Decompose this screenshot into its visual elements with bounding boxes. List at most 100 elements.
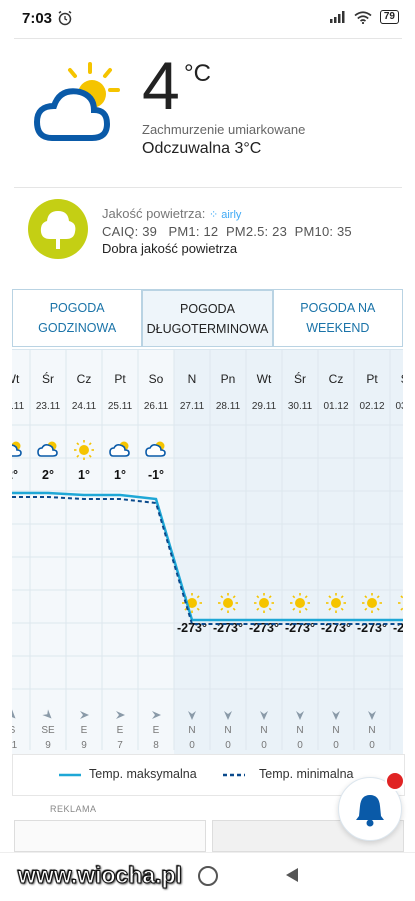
day-temperature: 1° <box>114 468 126 482</box>
day-date: 27.11 <box>180 401 205 412</box>
wind-speed: 11 <box>12 740 18 751</box>
air-quality-status: Dobra jakość powietrza <box>102 241 238 256</box>
day-date: 24.11 <box>72 401 97 412</box>
day-name: Śr <box>42 371 54 386</box>
air-quality-label: Jakość powietrza: <box>102 206 206 221</box>
day-name: Pn <box>221 372 236 386</box>
alarm-icon <box>58 10 72 26</box>
day-name: Cz <box>77 372 92 386</box>
tab-hourly[interactable]: POGODA GODZINOWA <box>12 289 143 347</box>
partly-cloudy-icon <box>145 441 166 457</box>
tab-long-term-line2: DŁUGOTERMINOWA <box>146 321 269 336</box>
wind-speed: 0 <box>297 740 303 751</box>
wind-direction: N <box>332 725 339 736</box>
forecast-tabs: POGODA GODZINOWA POGODA DŁUGOTERMINOWA POG… <box>12 289 403 347</box>
day-date: 29.11 <box>252 401 277 412</box>
wind-speed: 8 <box>153 740 159 751</box>
feels-like: Odczuwalna 3°C <box>142 140 262 157</box>
air-quality-title: Jakość powietrza: ⁘ airly <box>102 206 241 221</box>
condition-text: Zachmurzenie umiarkowane <box>142 122 306 137</box>
day-date: 22.11 <box>12 401 25 412</box>
day-name: Pt <box>114 372 126 386</box>
day-temperature: -1° <box>148 468 164 482</box>
tab-weekend-line2: WEEKEND <box>306 321 370 335</box>
home-button[interactable] <box>198 866 218 886</box>
day-name: Śr <box>294 371 306 386</box>
day-date: 23.11 <box>36 401 61 412</box>
day-temperature: 2° <box>12 468 18 482</box>
ad-label: REKLAMA <box>50 804 97 814</box>
watermark: www.wiocha.pl <box>18 862 183 889</box>
wind-direction: S <box>12 725 16 736</box>
legend-max: Temp. maksymalna <box>89 767 197 781</box>
wind-direction: E <box>117 725 124 736</box>
airly-label: airly <box>221 209 242 221</box>
partly-cloudy-icon <box>12 441 22 457</box>
wind-direction: N <box>260 725 267 736</box>
signal-icon <box>329 11 345 23</box>
wind-arrow-icon <box>42 709 52 719</box>
day-name: Pt <box>366 372 378 386</box>
status-bar: 7:03 79 <box>0 0 415 36</box>
sun-icon <box>74 440 94 460</box>
status-time: 7:03 <box>22 10 53 27</box>
wifi-icon <box>354 10 372 24</box>
day-date: 03.12 <box>395 401 403 412</box>
day-date: 01.12 <box>323 401 348 412</box>
back-button[interactable] <box>286 868 298 882</box>
tab-hourly-line2: GODZINOWA <box>38 321 117 335</box>
wind-direction: N <box>188 725 195 736</box>
wind-speed: 0 <box>261 740 267 751</box>
current-temperature: 4 <box>142 48 180 124</box>
day-name: N <box>188 372 197 386</box>
air-quality-values: CAIQ: 39 PM1: 12 PM2.5: 23 PM10: 35 <box>102 224 352 239</box>
day-date: 28.11 <box>216 401 241 412</box>
divider <box>14 38 402 39</box>
wind-speed: 0 <box>369 740 375 751</box>
wind-arrow-icon <box>152 711 161 719</box>
solid-line-swatch <box>59 773 81 777</box>
wind-direction: SE <box>41 725 55 736</box>
wind-speed: 9 <box>45 740 51 751</box>
notification-badge <box>385 771 405 791</box>
battery-indicator: 79 <box>379 10 399 24</box>
tab-hourly-line1: POGODA <box>49 301 105 315</box>
ad-banner-left[interactable] <box>14 820 206 852</box>
wind-speed: 9 <box>81 740 87 751</box>
wind-direction: N <box>296 725 303 736</box>
partly-cloudy-icon <box>109 441 130 457</box>
day-temperature: 1° <box>78 468 90 482</box>
wind-direction: E <box>153 725 160 736</box>
wind-speed: 0 <box>333 740 339 751</box>
partly-cloudy-icon <box>37 441 58 457</box>
wind-arrow-icon <box>116 711 125 719</box>
wind-direction: E <box>81 725 88 736</box>
day-date: 30.11 <box>288 401 313 412</box>
long-term-forecast[interactable]: Wt 22.11 2° S 11 Śr 23.11 2° SE 9 Cz 24.11 1° E 9 Pt 25.… <box>12 349 403 795</box>
airly-logo: ⁘ airly <box>208 209 242 221</box>
day-date: 25.11 <box>108 401 133 412</box>
tree-icon <box>40 211 76 249</box>
wind-speed: 0 <box>225 740 231 751</box>
day-name: Wt <box>257 372 272 386</box>
divider <box>14 187 402 188</box>
day-name: Cz <box>329 372 344 386</box>
air-quality-badge <box>28 199 88 259</box>
temperature-unit: °C <box>184 60 211 87</box>
dashed-line-swatch <box>223 773 245 777</box>
partly-cloudy-icon <box>33 62 120 141</box>
tab-weekend[interactable]: POGODA NA WEEKEND <box>272 289 403 347</box>
wind-direction: N <box>224 725 231 736</box>
day-name: So <box>401 372 403 386</box>
wind-arrow-icon <box>80 711 89 719</box>
day-column-bg <box>390 350 403 795</box>
tab-long-term[interactable]: POGODA DŁUGOTERMINOWA <box>142 289 273 347</box>
day-temperature: 2° <box>42 468 54 482</box>
day-name: So <box>149 372 164 386</box>
air-quality-panel[interactable]: Jakość powietrza: ⁘ airly CAIQ: 39 PM1: … <box>14 195 402 275</box>
tab-weekend-line1: POGODA NA <box>300 301 376 315</box>
current-weather: 4 °C Zachmurzenie umiarkowane Odczuwalna… <box>14 40 402 185</box>
tab-long-term-line1: POGODA <box>180 301 235 316</box>
forecast-chart: Wt 22.11 2° S 11 Śr 23.11 2° SE 9 Cz 24.11 1° E 9 Pt 25.… <box>12 350 403 795</box>
day-date: 26.11 <box>144 401 169 412</box>
